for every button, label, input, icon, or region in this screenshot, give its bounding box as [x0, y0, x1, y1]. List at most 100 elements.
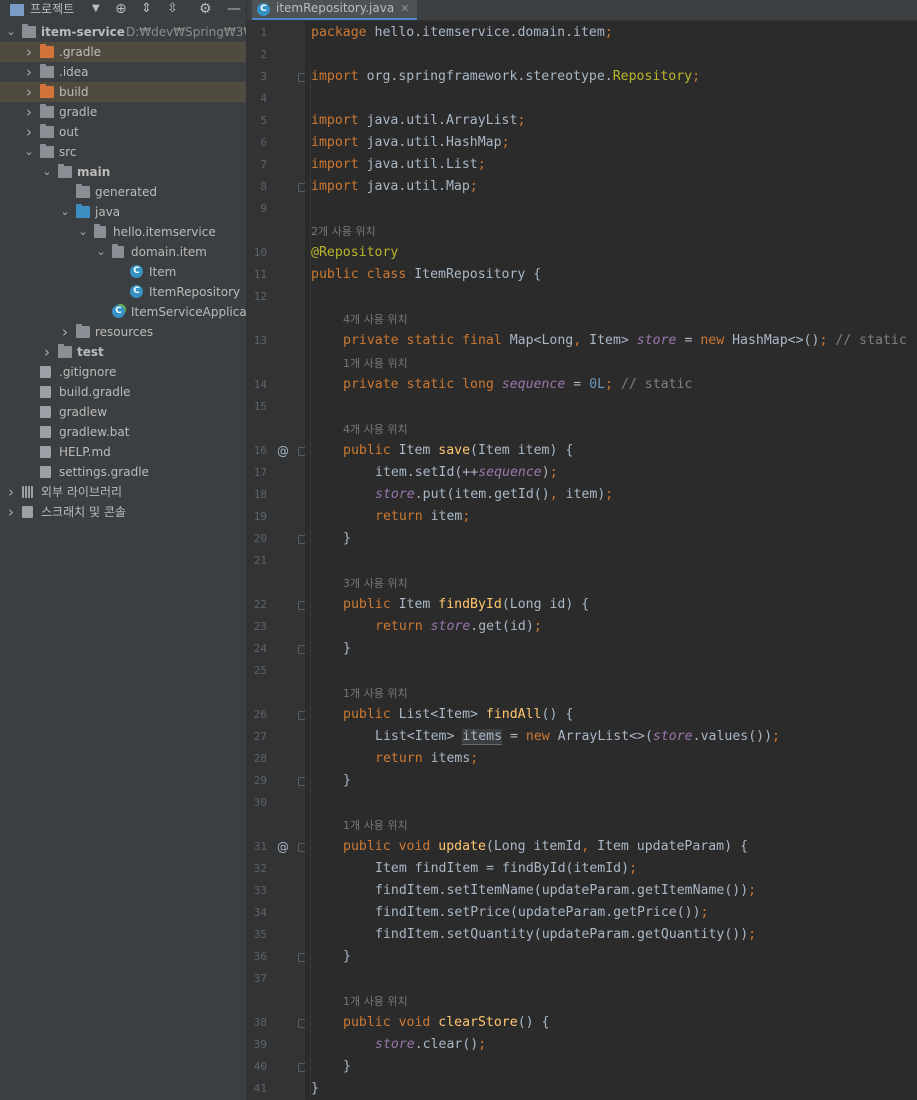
code-line[interactable]: package hello.itemservice.domain.item;	[311, 22, 613, 44]
chevron-down-icon[interactable]: ⌄	[5, 22, 17, 42]
tree-item[interactable]: C ItemServiceApplicatio	[0, 302, 246, 322]
tree-item[interactable]: ⌄ hello.itemservice	[0, 222, 246, 242]
code-line[interactable]: store.put(item.getId(), item);	[375, 484, 613, 506]
usage-hint[interactable]: 4개 사용 위치	[343, 418, 408, 440]
collapse-all-icon[interactable]: ⇳	[167, 0, 178, 20]
code-line[interactable]: import org.springframework.stereotype.Re…	[311, 66, 700, 88]
chevron-down-icon[interactable]: ⌄	[41, 162, 53, 182]
code-line[interactable]: return item;	[375, 506, 470, 528]
tree-item[interactable]: gradlew	[0, 402, 246, 422]
tree-item[interactable]: ⌄ item-serviceD:₩dev₩Spring₩3₩wor	[0, 22, 246, 42]
code-editor[interactable]: package hello.itemservice.domain.item; im…	[305, 21, 917, 1100]
tree-item[interactable]: › .gradle	[0, 42, 246, 62]
code-line[interactable]: public List<Item> findAll() {	[343, 704, 573, 726]
code-line[interactable]: }	[343, 770, 351, 792]
chevron-right-icon[interactable]: ›	[23, 62, 35, 82]
tree-item[interactable]: C ItemRepository	[0, 282, 246, 302]
tree-item[interactable]: generated	[0, 182, 246, 202]
line-number: 27	[253, 730, 267, 743]
chevron-down-icon[interactable]: ⌄	[23, 142, 35, 162]
tree-item[interactable]: › build	[0, 82, 246, 102]
code-line[interactable]: List<Item> items = new ArrayList<>(store…	[375, 726, 780, 748]
tree-item[interactable]: › resources	[0, 322, 246, 342]
tree-item[interactable]: ⌄ main	[0, 162, 246, 182]
usage-hint[interactable]: 1개 사용 위치	[343, 352, 408, 374]
locate-icon[interactable]: ⊕	[115, 0, 127, 20]
override-marker-icon[interactable]: @	[277, 836, 289, 858]
chevron-down-icon[interactable]: ⌄	[77, 222, 89, 242]
code-line[interactable]: @Repository	[311, 242, 398, 264]
tree-item[interactable]: gradlew.bat	[0, 422, 246, 442]
tree-item-label: Item	[149, 265, 177, 279]
override-marker-icon[interactable]: @	[277, 440, 289, 462]
code-line[interactable]: public void update(Long itemId, Item upd…	[343, 836, 748, 858]
code-line[interactable]: import java.util.HashMap;	[311, 132, 510, 154]
code-line[interactable]: }	[311, 1078, 319, 1100]
code-line[interactable]: Item findItem = findById(itemId);	[375, 858, 637, 880]
chevron-right-icon[interactable]: ›	[23, 122, 35, 142]
code-line[interactable]: }	[343, 1056, 351, 1078]
code-line[interactable]: findItem.setPrice(updateParam.getPrice()…	[375, 902, 708, 924]
code-line[interactable]: findItem.setQuantity(updateParam.getQuan…	[375, 924, 756, 946]
chevron-down-icon[interactable]: ⌄	[59, 202, 71, 222]
code-line[interactable]: import java.util.List;	[311, 154, 486, 176]
code-line[interactable]: public void clearStore() {	[343, 1012, 549, 1034]
code-line[interactable]: public Item save(Item item) {	[343, 440, 573, 462]
gear-icon[interactable]: ⚙	[199, 0, 212, 20]
tree-item[interactable]: ⌄ java	[0, 202, 246, 222]
code-line[interactable]: findItem.setItemName(updateParam.getItem…	[375, 880, 756, 902]
tree-item[interactable]: C Item	[0, 262, 246, 282]
chevron-right-icon[interactable]: ›	[5, 502, 17, 522]
code-token: org.springframework.stereotype.	[366, 69, 613, 84]
code-line[interactable]: item.setId(++sequence);	[375, 462, 558, 484]
tree-item[interactable]: › 외부 라이브러리	[0, 482, 246, 502]
tree-item[interactable]: › 스크래치 및 콘솔	[0, 502, 246, 522]
tree-item[interactable]: settings.gradle	[0, 462, 246, 482]
tree-item[interactable]: HELP.md	[0, 442, 246, 462]
project-view-icon[interactable]	[10, 4, 24, 16]
tree-item[interactable]: build.gradle	[0, 382, 246, 402]
code-line[interactable]: }	[343, 946, 351, 968]
project-view-label[interactable]: 프로젝트	[30, 0, 74, 20]
tree-item[interactable]: ⌄ src	[0, 142, 246, 162]
chevron-right-icon[interactable]: ›	[59, 322, 71, 342]
tree-item[interactable]: .gitignore	[0, 362, 246, 382]
line-number: 2	[260, 48, 267, 61]
code-line[interactable]: private static final Map<Long, Item> sto…	[343, 330, 907, 352]
tree-item[interactable]: ⌄ domain.item	[0, 242, 246, 262]
chevron-down-icon[interactable]: ⌄	[95, 242, 107, 262]
usage-hint[interactable]: 1개 사용 위치	[343, 682, 408, 704]
code-line[interactable]: return store.get(id);	[375, 616, 542, 638]
chevron-right-icon[interactable]: ›	[41, 342, 53, 362]
tree-item[interactable]: › out	[0, 122, 246, 142]
tree-item[interactable]: › gradle	[0, 102, 246, 122]
chevron-right-icon[interactable]: ›	[23, 102, 35, 122]
usage-hint[interactable]: 2개 사용 위치	[311, 220, 376, 242]
chevron-right-icon[interactable]: ›	[23, 42, 35, 62]
chevron-right-icon[interactable]: ›	[23, 82, 35, 102]
usage-hint[interactable]: 4개 사용 위치	[343, 308, 408, 330]
tree-item[interactable]: › .idea	[0, 62, 246, 82]
close-icon[interactable]: ✕	[400, 2, 409, 15]
usage-hint[interactable]: 1개 사용 위치	[343, 990, 408, 1012]
tree-item[interactable]: › test	[0, 342, 246, 362]
chevron-right-icon[interactable]: ›	[5, 482, 17, 502]
code-line[interactable]: }	[343, 528, 351, 550]
usage-hint[interactable]: 1개 사용 위치	[343, 814, 408, 836]
code-token: store	[652, 729, 693, 744]
chevron-down-icon[interactable]: ▼	[92, 0, 100, 20]
code-token: public	[343, 707, 399, 722]
code-line[interactable]: import java.util.Map;	[311, 176, 478, 198]
minimize-icon[interactable]: —	[227, 0, 241, 20]
expand-all-icon[interactable]: ⇕	[141, 0, 152, 20]
code-token: Item	[398, 443, 439, 458]
tab-item-repository[interactable]: C itemRepository.java ✕	[252, 0, 418, 20]
usage-hint[interactable]: 3개 사용 위치	[343, 572, 408, 594]
code-line[interactable]: return items;	[375, 748, 478, 770]
code-line[interactable]: }	[343, 638, 351, 660]
code-line[interactable]: import java.util.ArrayList;	[311, 110, 525, 132]
code-line[interactable]: private static long sequence = 0L; // st…	[343, 374, 692, 396]
code-line[interactable]: public class ItemRepository {	[311, 264, 541, 286]
code-line[interactable]: public Item findById(Long id) {	[343, 594, 589, 616]
code-line[interactable]: store.clear();	[375, 1034, 486, 1056]
